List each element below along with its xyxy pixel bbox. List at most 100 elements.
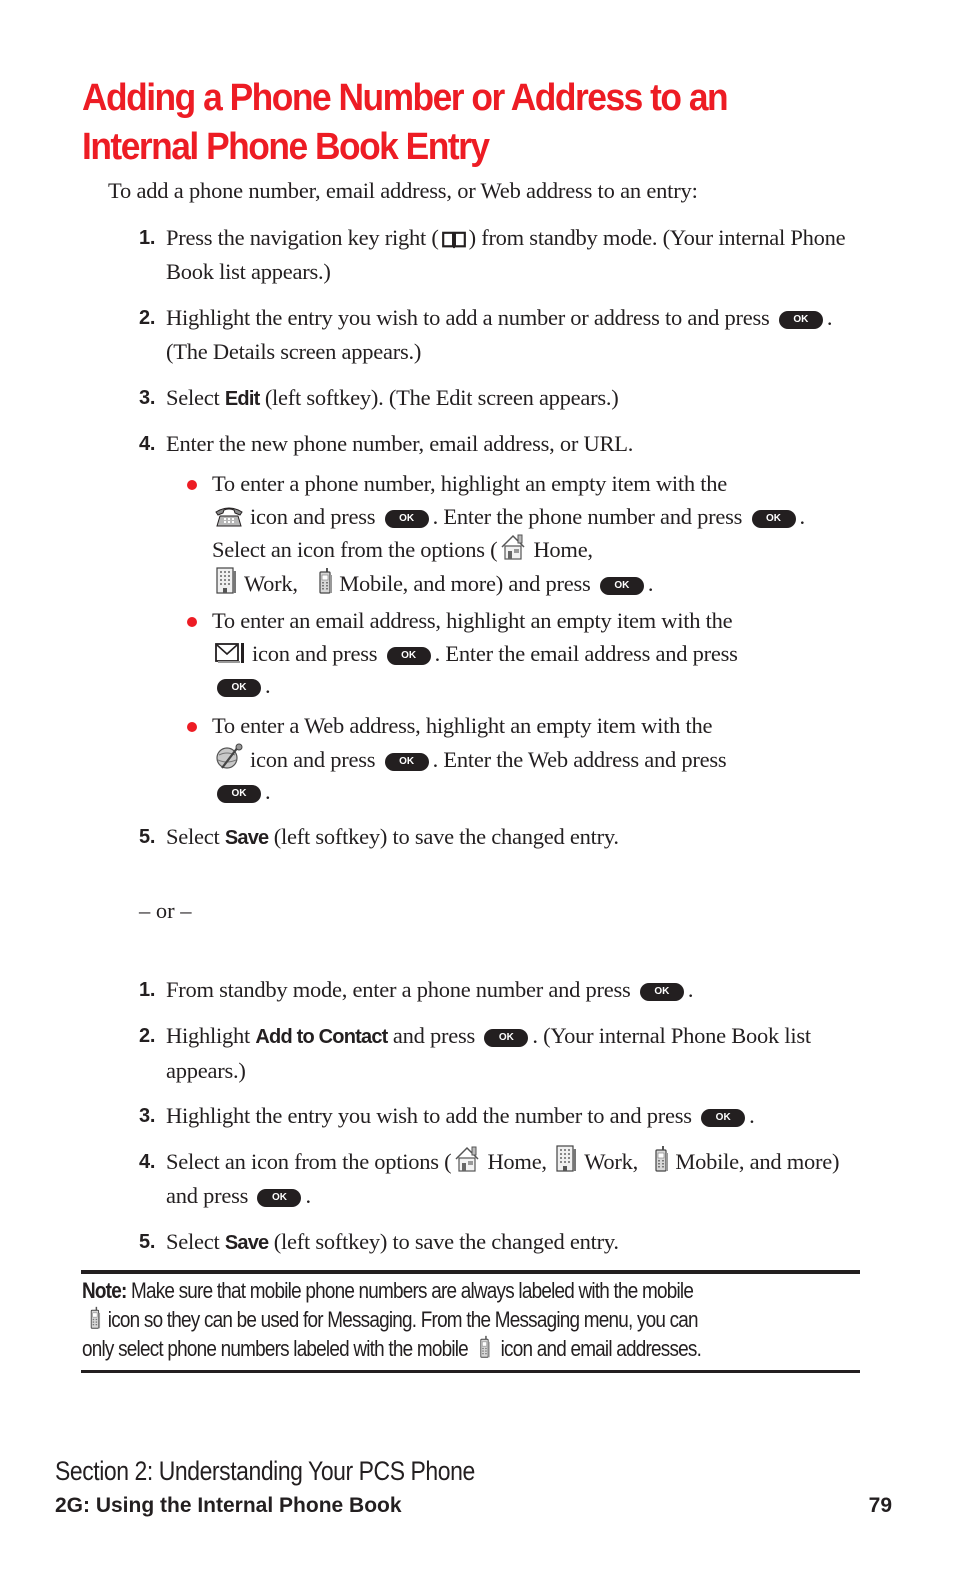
bullet-text: . Enter the email address and press [434, 640, 738, 666]
work-icon [554, 1145, 578, 1173]
step-number: 3. [139, 1105, 156, 1127]
bullet-text: To enter an email address, highlight an … [212, 608, 733, 633]
step-a-2: 2. Highlight the entry you wish to add a… [139, 301, 859, 369]
bullet-phone-number: To enter a phone number, highlight an em… [185, 468, 855, 600]
step-text: Select [166, 1229, 220, 1254]
mobile-icon [317, 567, 333, 595]
note-text: icon so they can be used for Messaging. … [107, 1307, 699, 1332]
bullet-dot [187, 617, 197, 627]
bullet-dot [187, 480, 197, 490]
note-text: icon and email addresses. [500, 1336, 702, 1361]
step-text: Select [166, 824, 220, 849]
step-number: 2. [139, 307, 156, 329]
step-text: (left softkey) to save the changed entry… [273, 824, 619, 849]
step-b-4: 4. Select an icon from the options ( Home… [139, 1145, 859, 1213]
step-text: (left softkey). (The Edit screen appears… [264, 385, 619, 410]
step-b-3: 3. Highlight the entry you wish to add t… [139, 1099, 859, 1133]
bullet-text: . [265, 673, 271, 698]
home-icon [453, 1145, 481, 1173]
step-text: (left softkey) to save the changed entry… [273, 1229, 619, 1254]
step-a-4: 4. Enter the new phone number, email add… [139, 427, 859, 461]
ok-key-icon: OK [484, 1029, 529, 1047]
bullet-text: Mobile, and more) and press [339, 570, 591, 596]
mobile-icon [478, 1335, 490, 1359]
step-number: 1. [139, 227, 156, 249]
phone-icon [214, 504, 244, 528]
web-icon [214, 743, 244, 771]
step-text: Press the navigation key right ( [166, 225, 439, 250]
step-b-2: 2. Highlight Add to Contact and press OK… [139, 1019, 859, 1088]
step-a-3: 3. Select Edit (left softkey). (The Edit… [139, 381, 859, 416]
softkey-edit: Edit [224, 388, 260, 410]
footer-chapter-title: 2G: Using the Internal Phone Book [55, 1494, 402, 1517]
page-number: 79 [868, 1494, 892, 1517]
step-text: . [687, 977, 694, 1002]
footer-section-title: Section 2: Understanding Your PCS Phone [55, 1456, 475, 1486]
step-text: . [305, 1183, 311, 1208]
bullet-text: . [647, 570, 654, 596]
email-icon [214, 641, 246, 665]
note-top-rule [81, 1270, 860, 1274]
work-icon [214, 567, 238, 595]
bullet-web-address: To enter a Web address, highlight an emp… [185, 710, 855, 809]
note-text: only select phone numbers labeled with t… [82, 1336, 469, 1361]
mobile-icon [653, 1145, 669, 1173]
step-text: Select an icon from the options ( [166, 1149, 452, 1174]
page-title: Adding a Phone Number or Address to an I… [82, 77, 729, 168]
ok-key-icon: OK [599, 576, 644, 595]
mobile-icon [89, 1306, 101, 1330]
note-text: Make sure that mobile phone numbers are … [130, 1278, 694, 1303]
softkey-save: Save [224, 827, 269, 849]
or-separator: – or – [139, 898, 192, 923]
step-number: 1. [139, 979, 156, 1001]
step-b-1: 1. From standby mode, enter a phone numb… [139, 973, 859, 1007]
step-number: 5. [139, 826, 156, 848]
bullet-text: icon and press [252, 640, 378, 666]
bullet-text: . Enter the Web address and press [432, 746, 727, 772]
ok-key-icon: OK [751, 509, 796, 528]
bullet-email: To enter an email address, highlight an … [185, 605, 855, 703]
note-label: Note: [82, 1278, 127, 1303]
step-text: Highlight the entry you wish to add a nu… [166, 305, 770, 330]
bullet-text: Work, [244, 570, 298, 596]
step-number: 4. [139, 433, 156, 455]
ok-key-icon: OK [217, 785, 261, 803]
ok-key-icon: OK [639, 983, 684, 1001]
home-icon [499, 533, 527, 561]
ok-key-icon: OK [384, 509, 429, 528]
step-text: Highlight the entry you wish to add the … [166, 1103, 692, 1128]
step-number: 3. [139, 387, 156, 409]
step-text: Home, [487, 1149, 547, 1174]
step-text: Select [166, 385, 220, 410]
step-number: 2. [139, 1025, 156, 1047]
step-text: . [749, 1103, 755, 1128]
ok-key-icon: OK [386, 646, 431, 665]
intro-text: To add a phone number, email address, or… [108, 178, 698, 203]
menu-option-add-to-contact: Add to Contact [255, 1026, 388, 1048]
step-text: Work, [584, 1149, 638, 1174]
ok-key-icon: OK [778, 311, 823, 329]
bullet-text: . [265, 779, 271, 804]
bullet-text: icon and press [250, 746, 376, 772]
step-a-1: 1. Press the navigation key right () fro… [139, 221, 859, 289]
ok-key-icon: OK [384, 752, 429, 771]
bullet-dot [187, 722, 197, 732]
step-number: 5. [139, 1231, 156, 1253]
bullet-text: . Enter the phone number and press [432, 503, 743, 529]
bullet-text: icon and press [250, 503, 376, 529]
note-box: Note: Make sure that mobile phone number… [82, 1276, 761, 1363]
bullet-text: Home, [533, 537, 593, 562]
phone-book-icon [442, 231, 466, 249]
bullet-text: To enter a Web address, highlight an emp… [212, 713, 713, 738]
step-b-5: 5. Select Save (left softkey) to save th… [139, 1225, 859, 1260]
step-number: 4. [139, 1151, 156, 1173]
ok-key-icon: OK [257, 1189, 302, 1207]
step-a-5: 5. Select Save (left softkey) to save th… [139, 820, 859, 855]
step-text: Highlight [166, 1023, 251, 1048]
softkey-save: Save [224, 1232, 269, 1254]
ok-key-icon: OK [217, 679, 261, 697]
bullet-text: To enter a phone number, highlight an em… [212, 471, 728, 496]
ok-key-icon: OK [701, 1109, 746, 1127]
step-text: and press [392, 1023, 475, 1048]
note-bottom-rule [81, 1370, 860, 1373]
